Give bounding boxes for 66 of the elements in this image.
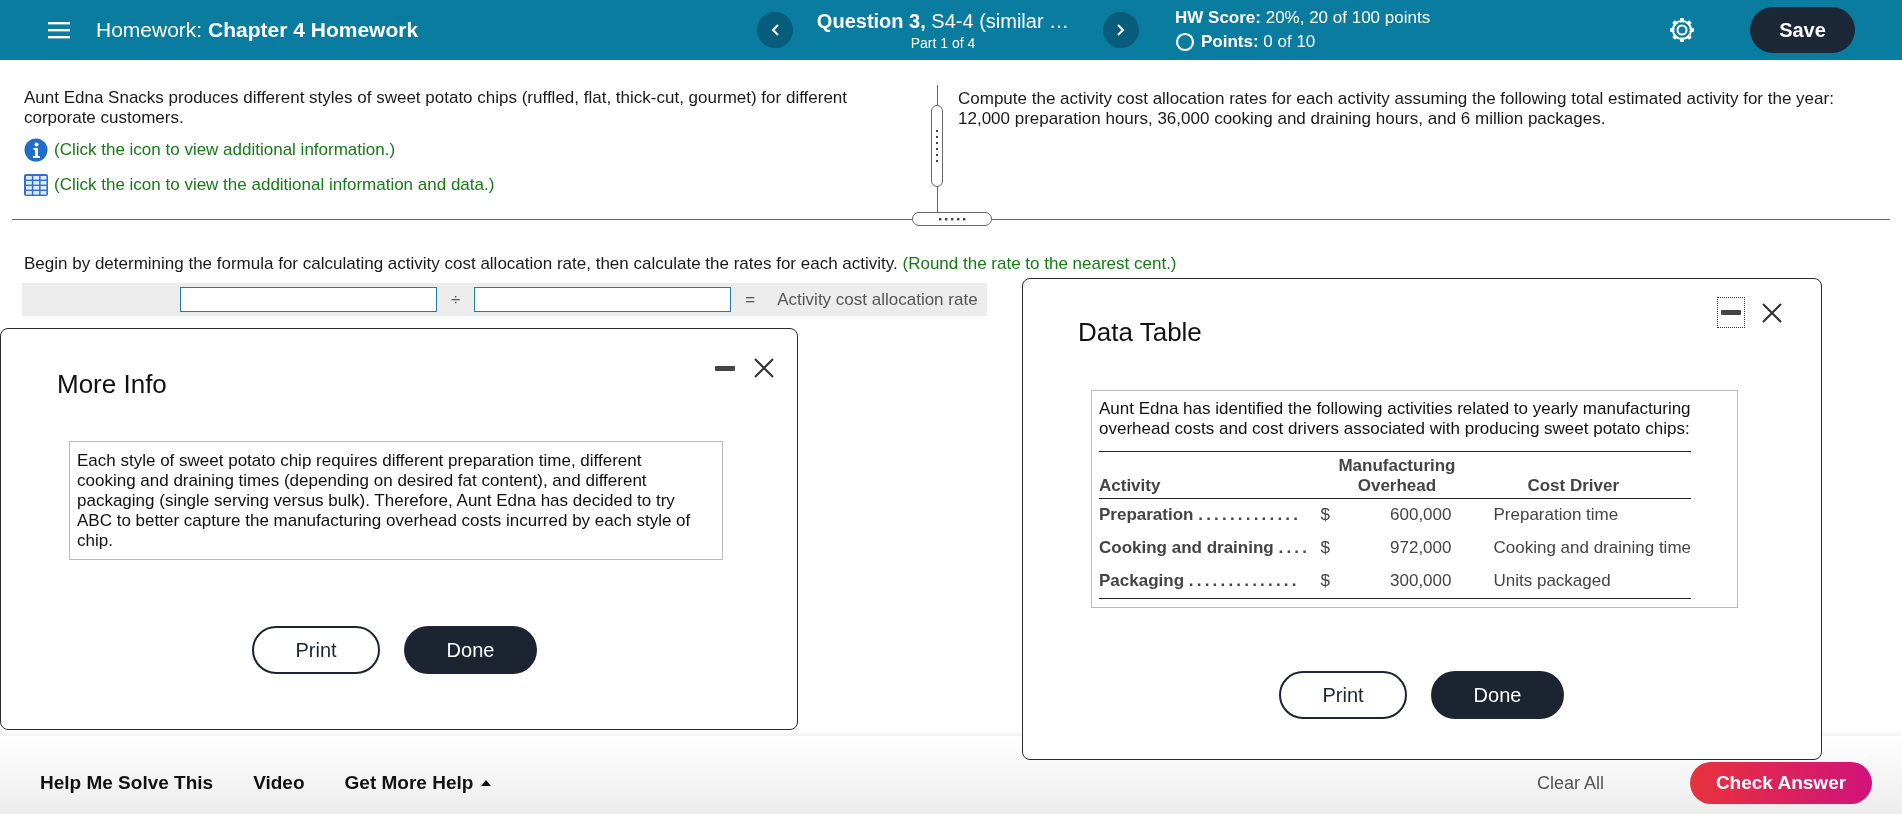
close-icon[interactable] [1761,301,1783,324]
problem-text: Compute the activity cost allocation rates for each activity assuming the following total estimated activity for the year: 12,000 preparation hours, 36,000 cooking and draining hours, and 6 million packages. [957,88,1835,130]
done-button[interactable]: Done [1431,671,1564,719]
leader-dots: ............. [1198,505,1302,524]
dialog-title: More Info [57,369,167,400]
currency-sign: $ [1320,537,1331,559]
help-link[interactable]: Get More Help [344,762,492,804]
caret-up-icon [481,780,492,786]
currency-sign: $ [1320,565,1352,599]
info-link[interactable]: (Click the icon to view additional information.) [54,140,396,160]
leader-dots: .... [1278,538,1311,557]
column-header: Manufacturing Overhead [1320,451,1456,499]
circle-icon [1175,32,1195,52]
activity-name: Preparation [1099,505,1194,524]
answer-field[interactable] [180,287,437,312]
done-button[interactable]: Done [404,626,537,674]
answer-field[interactable] [474,287,732,312]
dialog-title: Data Table [1078,317,1202,348]
activity-name: Cooking and draining [1099,538,1274,557]
activity-name: Packaging [1099,571,1185,590]
column-header: Cost Driver [1455,451,1691,499]
resize-handle[interactable] [912,212,992,226]
rounding-hint: (Round the rate to the nearest cent.) [902,254,1177,273]
resize-handle[interactable] [931,105,943,187]
info-icon[interactable] [24,138,48,162]
minimize-icon [1721,310,1741,315]
amount-cell-text: 972,000 [1389,537,1453,559]
currency-sign: $ [1320,498,1352,532]
cost-driver-cell: Units packaged [1455,565,1691,599]
help-link[interactable]: Help Me Solve This [40,762,214,804]
table-intro: Aunt Edna has identified the following activities related to yearly manufacturing overhead costs and cost drivers associated with producing sweet potato chips: [1099,399,1692,439]
operator-symbol: = [744,289,757,310]
minimize-icon [715,365,735,371]
previous-question-button[interactable] [757,12,793,48]
menu-icon[interactable] [48,20,70,40]
help-link[interactable]: Video [253,762,305,804]
settings-icon[interactable] [1668,16,1696,44]
leader-dots: .............. [1188,571,1300,590]
amount-cell: 600,000 [1351,498,1456,532]
instruction-text: Begin by determining the formula for calculating activity cost allocation rate, then calculate the rates for each activity. [24,254,898,273]
info-link[interactable]: (Click the icon to view the additional information and data.) [54,175,495,195]
minimize-button[interactable] [1717,297,1745,328]
hw-score: HW Score: 20%, 20 of 100 points [1175,8,1431,28]
check-answer-button[interactable]: Check Answer [1690,762,1872,804]
amount-cell: 300,000 [1351,565,1456,599]
chevron-left-icon [770,23,780,37]
clear-all-button[interactable]: Clear All [1530,762,1610,804]
next-question-button[interactable] [1103,12,1139,48]
grip-icon [938,217,966,221]
print-button[interactable]: Print [1279,671,1407,719]
cost-driver-cell-text: Cooking and draining time [1492,537,1691,559]
print-button[interactable]: Print [252,626,380,674]
homework-title: Homework: Chapter 4 Homework [96,18,419,42]
table-icon[interactable] [24,174,48,196]
cost-driver-cell: Preparation time [1455,498,1691,532]
formula-label: Activity cost allocation rate [776,289,978,310]
problem-text: Aunt Edna Snacks produces different styles of sweet potato chips (ruffled, flat, thick-cut, gourmet) for different corporate customers. [24,88,849,128]
column-header: Activity [1099,451,1321,499]
chevron-right-icon [1116,23,1126,37]
part-label: Part 1 of 4 [910,34,976,51]
points-label: Points: 0 of 10 [1201,32,1316,52]
question-title: Question 3, S4-4 (similar … [816,9,1070,33]
info-text: Each style of sweet potato chip requires different preparation time, different cooking and draining times (depending on desired fat content), and different packaging (single serving versus bulk). Therefore, Aunt Edna has decided to try ABC to better capture the manufacturing overhead costs incurred by each style of chip. [69,441,723,560]
save-button[interactable]: Save [1750,7,1855,53]
operator-symbol: ÷ [450,289,462,310]
close-icon[interactable] [753,357,775,379]
